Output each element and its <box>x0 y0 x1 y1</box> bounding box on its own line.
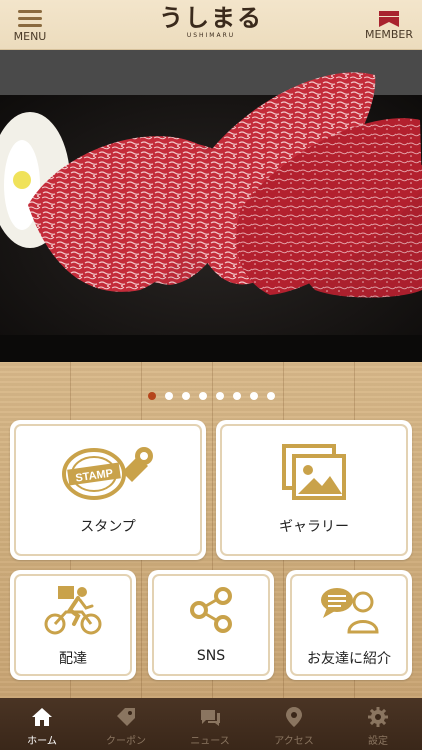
member-card-icon <box>379 11 399 27</box>
tab-access[interactable]: アクセス <box>252 698 336 750</box>
carousel-dot[interactable] <box>164 392 173 400</box>
menu-grid-area: STAMP スタンプ ギャラリー 配達 SNS お友達に紹介 <box>0 362 422 698</box>
delivery-tile[interactable]: 配達 <box>10 570 136 680</box>
invite-friend-label: お友達に紹介 <box>307 651 391 667</box>
carousel-dot[interactable] <box>147 392 156 400</box>
sns-label: SNS <box>196 648 226 664</box>
sns-tile[interactable]: SNS <box>148 570 274 680</box>
app-header: MENU うしまる USHIMARU MEMBER <box>0 0 422 50</box>
logo-subtext: USHIMARU <box>186 32 236 39</box>
gear-icon <box>336 706 420 730</box>
home-icon <box>0 706 84 730</box>
carousel-dot[interactable] <box>266 392 275 400</box>
tab-settings-label: 設定 <box>368 736 388 747</box>
stamp-label: スタンプ <box>80 519 136 535</box>
map-pin-icon <box>252 706 336 730</box>
stamp-icon: STAMP <box>10 442 206 506</box>
wagyu-beef-illustration <box>0 50 422 362</box>
delivery-label: 配達 <box>59 651 87 667</box>
delivery-bike-icon <box>10 584 136 640</box>
tab-settings[interactable]: 設定 <box>336 698 420 750</box>
tab-home-label: ホーム <box>27 736 57 747</box>
carousel-dot[interactable] <box>198 392 207 400</box>
carousel-dot[interactable] <box>215 392 224 400</box>
gallery-icon <box>216 444 412 504</box>
gallery-label: ギャラリー <box>279 519 349 535</box>
tab-news[interactable]: ニュース <box>168 698 252 750</box>
carousel-dot[interactable] <box>232 392 241 400</box>
stamp-tile[interactable]: STAMP スタンプ <box>10 420 206 560</box>
invite-friend-icon <box>286 586 412 638</box>
invite-friend-tile[interactable]: お友達に紹介 <box>286 570 412 680</box>
gallery-tile[interactable]: ギャラリー <box>216 420 412 560</box>
carousel-dot[interactable] <box>249 392 258 400</box>
share-icon <box>148 586 274 638</box>
app-logo: うしまる USHIMARU <box>0 3 422 40</box>
news-chat-icon <box>168 706 252 730</box>
bottom-tab-bar: ホーム クーポン ニュース アクセス 設定 <box>0 698 422 750</box>
coupon-tag-icon <box>84 706 168 730</box>
tab-news-label: ニュース <box>190 736 230 747</box>
tab-home[interactable]: ホーム <box>0 698 84 750</box>
member-label: MEMBER <box>364 28 414 41</box>
tab-access-label: アクセス <box>274 736 314 747</box>
logo-text: うしまる <box>159 3 263 32</box>
tab-coupon-label: クーポン <box>106 736 146 747</box>
tab-coupon[interactable]: クーポン <box>84 698 168 750</box>
carousel-dot[interactable] <box>181 392 190 400</box>
member-button[interactable]: MEMBER <box>362 8 416 41</box>
hero-banner-image[interactable] <box>0 50 422 362</box>
carousel-pagination <box>0 392 422 400</box>
